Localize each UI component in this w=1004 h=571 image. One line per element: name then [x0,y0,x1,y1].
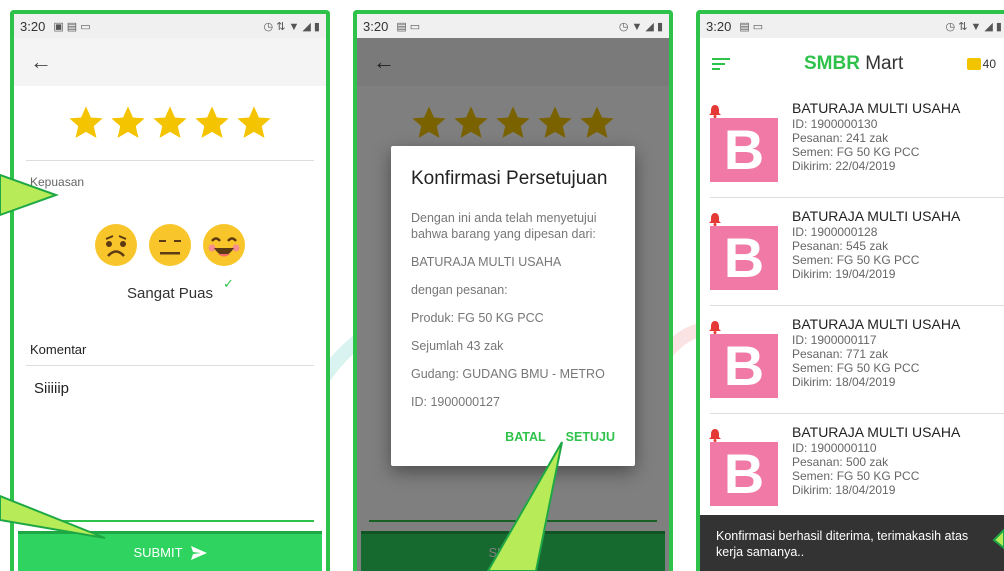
avatar-letter: B [723,334,765,397]
neutral-face-icon[interactable] [148,223,192,267]
star-icon[interactable] [109,104,147,142]
phone-screen-rating: 3:20 ▣ ▤ ▭ ◷ ⇅ ▼ ◢ ▮ ← Kepuasan ✓ Sangat… [10,10,330,571]
bell-icon [709,429,721,442]
order-sent: Dikirim: 22/04/2019 [792,159,896,173]
list-item[interactable]: B BATURAJA MULTI USAHA ID: 1900000130 Pe… [709,90,1004,198]
list-item[interactable]: B BATURAJA MULTI USAHA ID: 1900000117 Pe… [709,306,1004,414]
order-id: ID: 1900000117 [792,333,877,347]
order-product: Semen: FG 50 KG PCC [792,253,920,267]
dialog-product: Produk: FG 50 KG PCC [411,311,544,325]
dialog-intro: Dengan ini anda telah menyetujui bahwa b… [411,211,597,241]
avatar-letter: B [723,442,765,505]
phone-screen-order-list: 3:20 ▤ ▭ ◷ ⇅ ▼ ◢ ▮ SMBR Mart 40 B BATURA… [696,10,1004,571]
status-bar: 3:20 ▣ ▤ ▭ ◷ ⇅ ▼ ◢ ▮ [14,14,326,38]
send-icon [190,545,207,560]
status-bar: 3:20 ▤ ▭ ◷ ▼ ◢ ▮ [357,14,669,38]
order-qty: Pesanan: 241 zak [792,131,889,145]
order-sent: Dikirim: 18/04/2019 [792,483,896,497]
menu-icon[interactable] [712,58,730,70]
confirmation-dialog: Konfirmasi Persetujuan Dengan ini anda t… [391,146,635,466]
dialog-quantity: Sejumlah 43 zak [411,339,504,353]
snackbar: Konfirmasi berhasil diterima, terimakasi… [700,515,1004,571]
avatar: B [709,213,778,290]
comment-underline [26,520,314,522]
order-details: BATURAJA MULTI USAHA ID: 1900000110 Pesa… [792,424,960,521]
wallet-text: 40 [982,57,996,71]
star-icon[interactable] [151,104,189,142]
list-item[interactable]: B BATURAJA MULTI USAHA ID: 1900000128 Pe… [709,198,1004,306]
order-qty: Pesanan: 771 zak [792,347,889,361]
sad-face-icon[interactable] [94,223,138,267]
cancel-button[interactable]: BATAL [505,430,546,444]
dialog-title: Konfirmasi Persetujuan [411,168,608,189]
brand-rest: Mart [859,53,904,74]
happy-face-icon[interactable] [202,223,246,267]
order-name: BATURAJA MULTI USAHA [792,100,961,116]
comment-label: Komentar [30,342,87,357]
brand-bold: SMBR [804,53,860,74]
dialog-actions: BATAL SETUJU [505,430,615,444]
bell-icon [709,321,721,334]
comment-input[interactable]: Siiiiip [14,366,326,397]
notification-icons: ▤ ▭ [396,20,421,33]
confirm-button[interactable]: SETUJU [566,430,615,444]
order-qty: Pesanan: 545 zak [792,239,889,253]
avatar: B [709,105,778,182]
section-label: Kepuasan [30,175,85,189]
order-product: Semen: FG 50 KG PCC [792,145,920,159]
bell-icon [709,213,721,226]
order-list: B BATURAJA MULTI USAHA ID: 1900000130 Pe… [700,90,1004,522]
order-sent: Dikirim: 18/04/2019 [792,375,896,389]
wallet-icon [966,58,981,70]
order-id: ID: 1900000130 [792,117,878,131]
submit-button[interactable]: SUBMIT [18,531,322,571]
status-time: 3:20 [20,18,46,34]
phone-screen-confirm-dialog: 3:20 ▤ ▭ ◷ ▼ ◢ ▮ ← SUBMIT Konfirmasi Per… [353,10,673,571]
system-icons: ◷ ⇅ ▼ ◢ ▮ [945,20,1002,33]
order-name: BATURAJA MULTI USAHA [792,208,961,224]
order-id: ID: 1900000110 [792,441,877,455]
order-product: Semen: FG 50 KG PCC [792,361,920,375]
bell-icon [709,105,721,118]
star-icon[interactable] [193,104,231,142]
dialog-order-id: ID: 1900000127 [411,395,500,409]
star-icon[interactable] [235,104,273,142]
wallet-balance[interactable]: 40 [966,57,996,71]
order-details: BATURAJA MULTI USAHA ID: 1900000128 Pesa… [792,208,960,305]
satisfaction-faces [14,223,326,267]
avatar: B [709,321,778,398]
order-details: BATURAJA MULTI USAHA ID: 1900000130 Pesa… [792,100,960,197]
notification-icons: ▤ ▭ [739,20,764,33]
avatar: B [709,429,778,506]
dialog-warehouse: Gudang: GUDANG BMU - METRO [411,367,605,381]
app-bar: SMBR Mart 40 [700,38,1004,90]
app-title: SMBR Mart [804,53,903,75]
check-icon: ✓ [223,276,234,291]
status-time: 3:20 [706,18,732,34]
star-rating[interactable] [14,104,326,142]
order-name: BATURAJA MULTI USAHA [792,424,961,440]
snackbar-text: Konfirmasi berhasil diterima, terimakasi… [716,529,969,559]
order-details: BATURAJA MULTI USAHA ID: 1900000117 Pesa… [792,316,960,413]
submit-label: SUBMIT [133,545,183,560]
system-icons: ◷ ⇅ ▼ ◢ ▮ [263,20,320,33]
order-id: ID: 1900000128 [792,225,878,239]
dialog-buyer: BATURAJA MULTI USAHA [411,255,562,269]
avatar-letter: B [723,118,765,181]
order-name: BATURAJA MULTI USAHA [792,316,961,332]
avatar-letter: B [723,226,765,289]
notification-icons: ▣ ▤ ▭ [53,20,91,33]
status-time: 3:20 [363,18,389,34]
order-sent: Dikirim: 19/04/2019 [792,267,896,281]
system-icons: ◷ ▼ ◢ ▮ [618,20,663,33]
order-product: Semen: FG 50 KG PCC [792,469,920,483]
order-qty: Pesanan: 500 zak [792,455,889,469]
status-bar: 3:20 ▤ ▭ ◷ ⇅ ▼ ◢ ▮ [700,14,1004,38]
list-item[interactable]: B BATURAJA MULTI USAHA ID: 1900000110 Pe… [709,414,1004,522]
app-bar: ← [14,38,326,86]
star-icon[interactable] [67,104,105,142]
dialog-order-label: dengan pesanan: [411,283,508,297]
satisfaction-text: Sangat Puas [127,285,213,302]
back-arrow-icon[interactable]: ← [30,49,52,75]
